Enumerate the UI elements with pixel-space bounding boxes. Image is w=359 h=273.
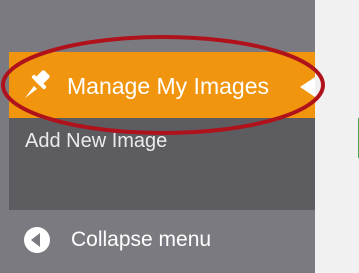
sidebar-submenu: Add New Image [9, 118, 315, 210]
sidebar-item-manage-my-images[interactable]: Manage My Images [9, 52, 315, 118]
submenu-item-label: Add New Image [25, 130, 168, 152]
main-content-area [315, 0, 359, 273]
submenu-item-add-new-image[interactable]: Add New Image [9, 118, 315, 164]
current-menu-pointer [300, 77, 315, 97]
admin-sidebar: Manage My Images Add New Image Collapse … [0, 0, 315, 273]
pin-icon [25, 70, 50, 98]
collapse-menu-label: Collapse menu [71, 228, 212, 251]
sidebar-item-label: Manage My Images [67, 73, 269, 99]
sidebar-top-area [0, 0, 315, 52]
collapse-menu-button[interactable]: Collapse menu [9, 210, 315, 273]
collapse-arrow-icon [24, 227, 50, 253]
